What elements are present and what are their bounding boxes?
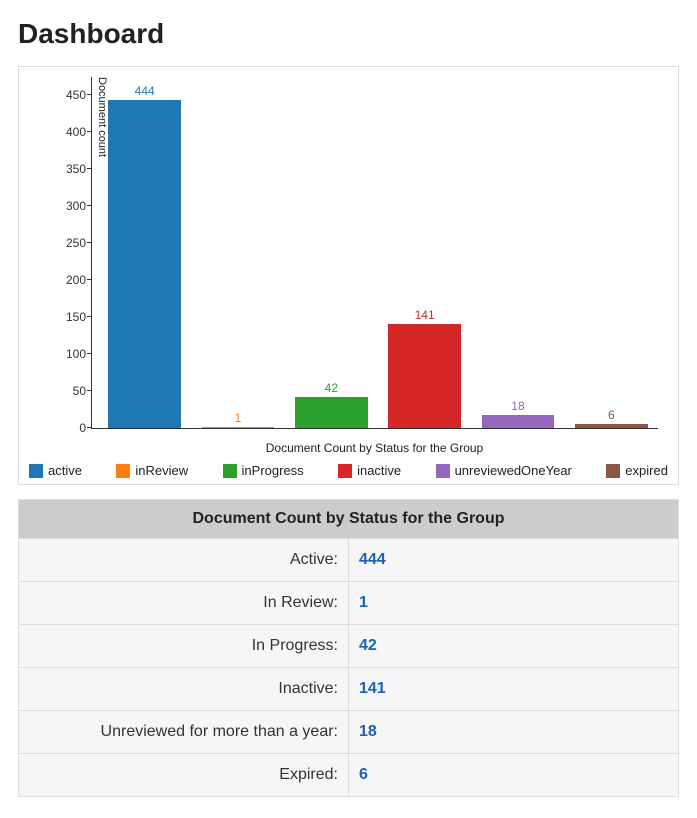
y-tick-mark <box>87 427 92 429</box>
y-tick-mark <box>87 390 92 392</box>
bar-value-label: 42 <box>325 381 338 395</box>
table-row: In Review: 1 <box>19 582 679 625</box>
y-tick-label: 50 <box>44 384 86 398</box>
table-row-value-link[interactable]: 1 <box>359 594 368 611</box>
table-row-label: In Progress: <box>19 625 349 668</box>
legend-item-inactive[interactable]: inactive <box>338 463 401 478</box>
legend-item-inReview[interactable]: inReview <box>116 463 188 478</box>
y-tick-label: 350 <box>44 162 86 176</box>
y-tick-label: 150 <box>44 310 86 324</box>
y-tick-label: 100 <box>44 347 86 361</box>
bar-inReview[interactable]: 1 <box>191 77 284 428</box>
bar-value-label: 6 <box>608 408 615 422</box>
y-tick-label: 250 <box>44 236 86 250</box>
table-row-value-link[interactable]: 6 <box>359 766 368 783</box>
chart-card: Document count 444142141186 050100150200… <box>18 66 679 485</box>
legend-item-active[interactable]: active <box>29 463 82 478</box>
chart-bars: 444 1 42 141 18 6 <box>92 77 658 428</box>
legend-label: inactive <box>357 463 401 478</box>
y-tick-mark <box>87 316 92 318</box>
table-row: Unreviewed for more than a year: 18 <box>19 711 679 754</box>
bar-rect <box>482 415 555 428</box>
legend-swatch <box>606 464 620 478</box>
table-row: In Progress: 42 <box>19 625 679 668</box>
table-row-label: Inactive: <box>19 668 349 711</box>
y-tick-mark <box>87 205 92 207</box>
y-tick-mark <box>87 168 92 170</box>
y-tick-label: 400 <box>44 125 86 139</box>
table-row-value-link[interactable]: 444 <box>359 551 386 568</box>
table-row-label: Unreviewed for more than a year: <box>19 711 349 754</box>
bar-rect <box>108 100 181 428</box>
table-row-value-cell: 18 <box>349 711 679 754</box>
table-row: Expired: 6 <box>19 754 679 797</box>
bar-rect <box>202 427 275 428</box>
bar-expired[interactable]: 6 <box>565 77 658 428</box>
table-row-value-cell: 6 <box>349 754 679 797</box>
y-tick-mark <box>87 131 92 133</box>
legend-swatch <box>29 464 43 478</box>
table-row: Active: 444 <box>19 539 679 582</box>
chart-area: Document count 444142141186 050100150200… <box>91 77 658 437</box>
legend-label: unreviewedOneYear <box>455 463 572 478</box>
status-table: Document Count by Status for the Group A… <box>18 499 679 797</box>
bar-unreviewedOneYear[interactable]: 18 <box>471 77 564 428</box>
y-tick-mark <box>87 279 92 281</box>
bar-value-label: 1 <box>235 411 242 425</box>
y-tick-label: 200 <box>44 273 86 287</box>
chart-xlabel: Document Count by Status for the Group <box>91 441 658 455</box>
table-row-label: Active: <box>19 539 349 582</box>
chart-plot: Document count 444142141186 050100150200… <box>91 77 658 429</box>
y-tick-mark <box>87 353 92 355</box>
bar-inProgress[interactable]: 42 <box>285 77 378 428</box>
y-tick-mark <box>87 242 92 244</box>
table-row-value-link[interactable]: 18 <box>359 723 377 740</box>
y-tick-label: 300 <box>44 199 86 213</box>
bar-active[interactable]: 444 <box>98 77 191 428</box>
table-row-value-cell: 1 <box>349 582 679 625</box>
y-tick-label: 450 <box>44 88 86 102</box>
legend-swatch <box>436 464 450 478</box>
legend-label: inReview <box>135 463 188 478</box>
status-table-header: Document Count by Status for the Group <box>19 500 679 539</box>
chart-legend: active inReview inProgress inactive unreview… <box>29 463 668 478</box>
bar-rect <box>388 324 461 428</box>
legend-label: active <box>48 463 82 478</box>
table-row-value-cell: 141 <box>349 668 679 711</box>
table-row-label: Expired: <box>19 754 349 797</box>
bar-value-label: 444 <box>135 84 155 98</box>
bar-rect <box>575 424 648 428</box>
table-row-label: In Review: <box>19 582 349 625</box>
bar-rect <box>295 397 368 428</box>
table-row: Inactive: 141 <box>19 668 679 711</box>
legend-item-inProgress[interactable]: inProgress <box>223 463 304 478</box>
legend-swatch <box>338 464 352 478</box>
table-row-value-link[interactable]: 141 <box>359 680 386 697</box>
table-row-value-link[interactable]: 42 <box>359 637 377 654</box>
legend-label: inProgress <box>242 463 304 478</box>
legend-swatch <box>223 464 237 478</box>
y-tick-label: 0 <box>44 421 86 435</box>
legend-swatch <box>116 464 130 478</box>
y-tick-mark <box>87 94 92 96</box>
bar-inactive[interactable]: 141 <box>378 77 471 428</box>
bar-value-label: 18 <box>511 399 524 413</box>
table-row-value-cell: 42 <box>349 625 679 668</box>
bar-value-label: 141 <box>415 308 435 322</box>
page-title: Dashboard <box>18 18 679 50</box>
legend-label: expired <box>625 463 668 478</box>
legend-item-unreviewedOneYear[interactable]: unreviewedOneYear <box>436 463 572 478</box>
table-row-value-cell: 444 <box>349 539 679 582</box>
legend-item-expired[interactable]: expired <box>606 463 668 478</box>
